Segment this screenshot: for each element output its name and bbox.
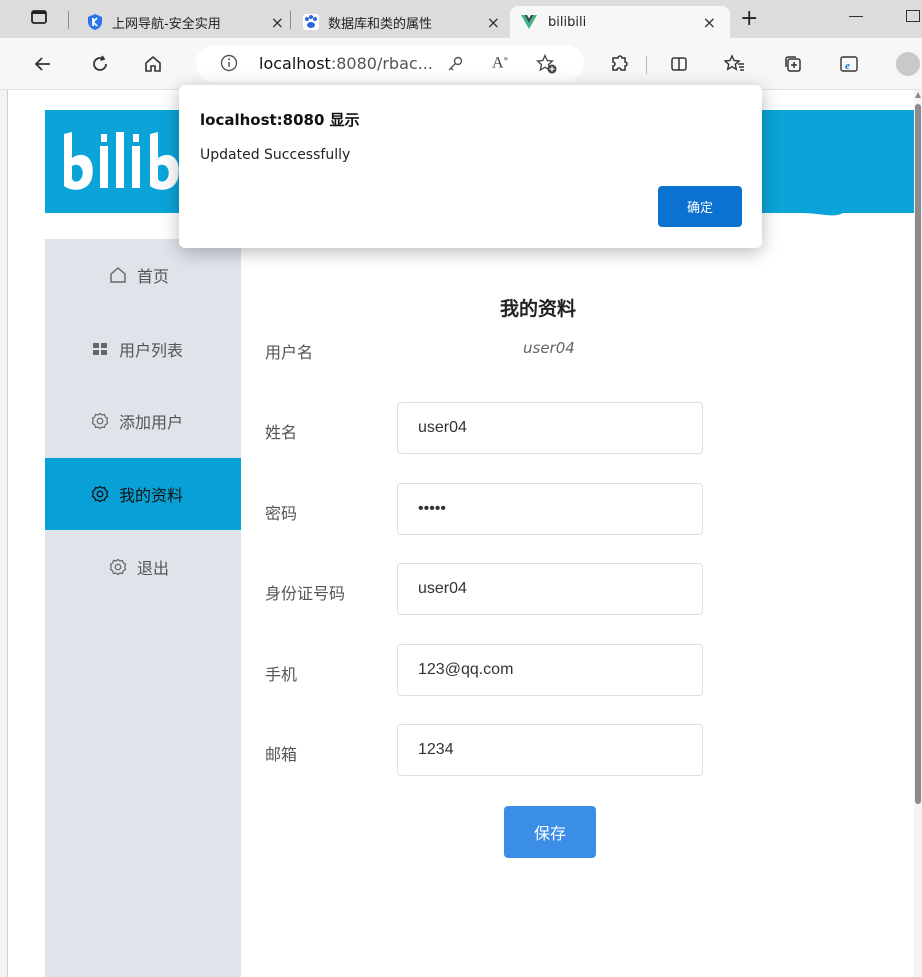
address-text[interactable]: localhost:8080/rbac...	[259, 54, 433, 73]
save-button[interactable]: 保存	[504, 806, 596, 858]
bilibili-logo	[58, 122, 188, 202]
maximize-icon[interactable]	[906, 10, 920, 22]
tab-separator	[290, 11, 291, 29]
gear-icon	[91, 412, 109, 430]
gear-icon	[109, 558, 127, 576]
refresh-icon[interactable]	[87, 51, 113, 77]
scroll-thumb[interactable]	[915, 104, 921, 804]
tab-database[interactable]: 数据库和类的属性 ×	[296, 6, 506, 38]
name-label: 姓名	[265, 423, 298, 442]
info-icon[interactable]	[220, 54, 238, 76]
profile-avatar[interactable]	[896, 52, 920, 76]
grid-icon	[91, 340, 109, 358]
dialog-title: localhost:8080 显示	[200, 111, 360, 129]
phone-label: 手机	[265, 665, 298, 684]
tab-actions-icon[interactable]	[30, 8, 48, 26]
password-label: 密码	[265, 504, 298, 523]
sidebar-item-label: 首页	[137, 267, 170, 286]
id-number-input[interactable]	[397, 563, 703, 615]
sidebar-item-label: 退出	[137, 559, 170, 578]
extensions-icon[interactable]	[606, 51, 632, 77]
id-number-label: 身份证号码	[265, 584, 346, 603]
shield-k-icon	[86, 13, 104, 31]
tab-label: bilibili	[548, 14, 587, 30]
add-favorite-icon[interactable]	[535, 53, 558, 78]
favorites-icon[interactable]	[722, 51, 748, 77]
home-icon	[109, 266, 127, 284]
close-icon[interactable]: ×	[703, 13, 716, 32]
read-aloud-icon[interactable]: A»	[492, 53, 508, 72]
email-label: 邮箱	[265, 745, 298, 764]
gear-icon	[91, 485, 109, 503]
sidebar-item-label: 添加用户	[119, 413, 184, 432]
split-screen-icon[interactable]	[666, 51, 692, 77]
close-icon[interactable]: ×	[271, 13, 284, 32]
sidebar-item-label: 用户列表	[119, 341, 184, 360]
sidebar-item-home[interactable]: 首页	[45, 239, 241, 311]
baidu-paw-icon	[302, 13, 320, 31]
sidebar-item-my-profile[interactable]: 我的资料	[45, 458, 241, 530]
new-tab-button[interactable]: +	[740, 6, 758, 31]
sidebar-item-add-user[interactable]: 添加用户	[45, 385, 241, 457]
dialog-ok-button[interactable]: 确定	[658, 186, 742, 227]
sidebar-item-logout[interactable]: 退出	[45, 531, 241, 603]
toolbar-separator	[646, 56, 647, 74]
password-input[interactable]	[397, 483, 703, 535]
username-label: 用户名	[265, 343, 314, 362]
home-icon[interactable]	[140, 51, 166, 77]
email-input[interactable]	[397, 724, 703, 776]
sidebar: 首页 用户列表 添加用户 我的资料 退出	[45, 239, 241, 977]
tab-shangwang[interactable]: 上网导航-安全实用 ×	[80, 6, 290, 38]
tab-bilibili[interactable]: bilibili ×	[510, 6, 730, 38]
sidebar-item-user-list[interactable]: 用户列表	[45, 313, 241, 385]
scroll-up-icon[interactable]	[915, 92, 921, 98]
window-left-edge	[0, 90, 8, 977]
close-icon[interactable]: ×	[487, 13, 500, 32]
name-input[interactable]	[397, 402, 703, 454]
username-value: user04	[523, 339, 575, 357]
page-title: 我的资料	[500, 298, 577, 320]
ie-mode-icon[interactable]: e	[836, 51, 862, 77]
browser-toolbar: localhost:8080/rbac... A» e	[0, 38, 922, 90]
browser-tab-bar: 上网导航-安全实用 × 数据库和类的属性 × bilibili × +	[0, 0, 922, 38]
dialog-message: Updated Successfully	[200, 147, 351, 163]
tab-label: 上网导航-安全实用	[112, 16, 221, 32]
address-bar[interactable]: localhost:8080/rbac... A»	[196, 45, 584, 82]
phone-input[interactable]	[397, 644, 703, 696]
vue-logo-icon	[520, 13, 538, 31]
minimize-icon[interactable]	[849, 16, 863, 17]
tab-label: 数据库和类的属性	[328, 16, 433, 32]
back-icon[interactable]	[30, 51, 56, 77]
svg-text:e: e	[845, 60, 850, 72]
sidebar-item-label: 我的资料	[119, 486, 184, 505]
collections-icon[interactable]	[780, 51, 806, 77]
key-icon[interactable]	[446, 55, 464, 77]
alert-dialog: localhost:8080 显示 Updated Successfully 确…	[179, 85, 762, 248]
tab-separator	[68, 11, 69, 29]
page-scrollbar[interactable]	[914, 90, 922, 977]
